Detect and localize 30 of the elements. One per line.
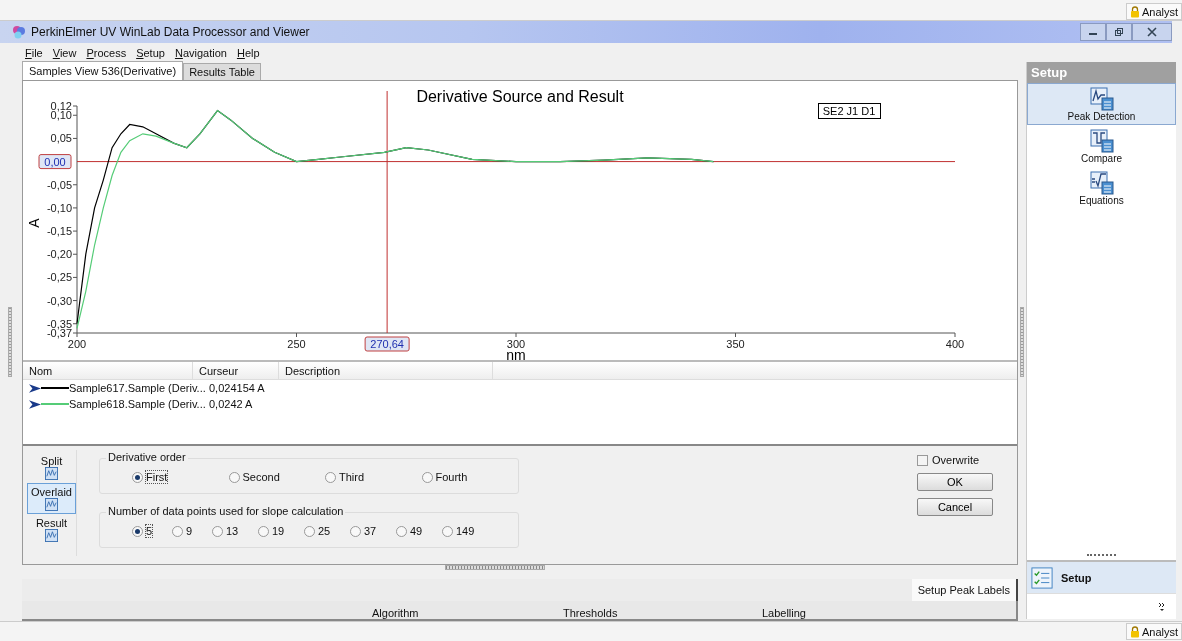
table-cell: 0,0242 A xyxy=(209,398,253,410)
tick-label: 250 xyxy=(287,338,306,350)
axis-label: A xyxy=(26,218,42,228)
group-title: Number of data points used for slope calculation xyxy=(106,505,346,517)
cursor-value: 270,64 xyxy=(364,336,410,352)
tick-label: 0,05 xyxy=(50,132,72,145)
panel-title: Setup xyxy=(1027,62,1176,83)
tick-label: 350 xyxy=(726,338,745,350)
ref-line-label: 270,64 xyxy=(370,338,404,350)
tick-label: -0,25 xyxy=(46,271,72,284)
tick-label: -0,35 xyxy=(46,317,72,330)
table-cell: 0,024154 A xyxy=(209,382,265,394)
trace-tag: SE2 J1 D1 xyxy=(818,103,881,119)
tick-label: 300 xyxy=(506,338,526,350)
group-title: Derivative order xyxy=(106,451,188,463)
window-title: PerkinElmer UV WinLab Data Processor and Viewer xyxy=(31,25,310,39)
tick-label: 0,12 xyxy=(50,100,72,112)
tick-label: 200 xyxy=(67,338,87,350)
tick-label: 400 xyxy=(945,338,965,350)
table-cell-text: Sample617.Sample (Deriv... xyxy=(69,382,207,394)
cursor-value: 0,00 xyxy=(38,154,72,170)
tick-label: -0,20 xyxy=(46,248,72,261)
axis-label: nm xyxy=(506,347,526,362)
tick-label: -0,30 xyxy=(46,294,72,307)
table-cell-text: Sample618.Sample (Deriv... xyxy=(69,398,207,410)
chart-title: Derivative Source and Result xyxy=(416,88,624,105)
tick-label: -0,10 xyxy=(46,201,72,214)
tick-label: -0,15 xyxy=(46,225,72,238)
ref-line-label: 0,00 xyxy=(44,155,66,168)
tick-label: -0,05 xyxy=(46,178,72,191)
